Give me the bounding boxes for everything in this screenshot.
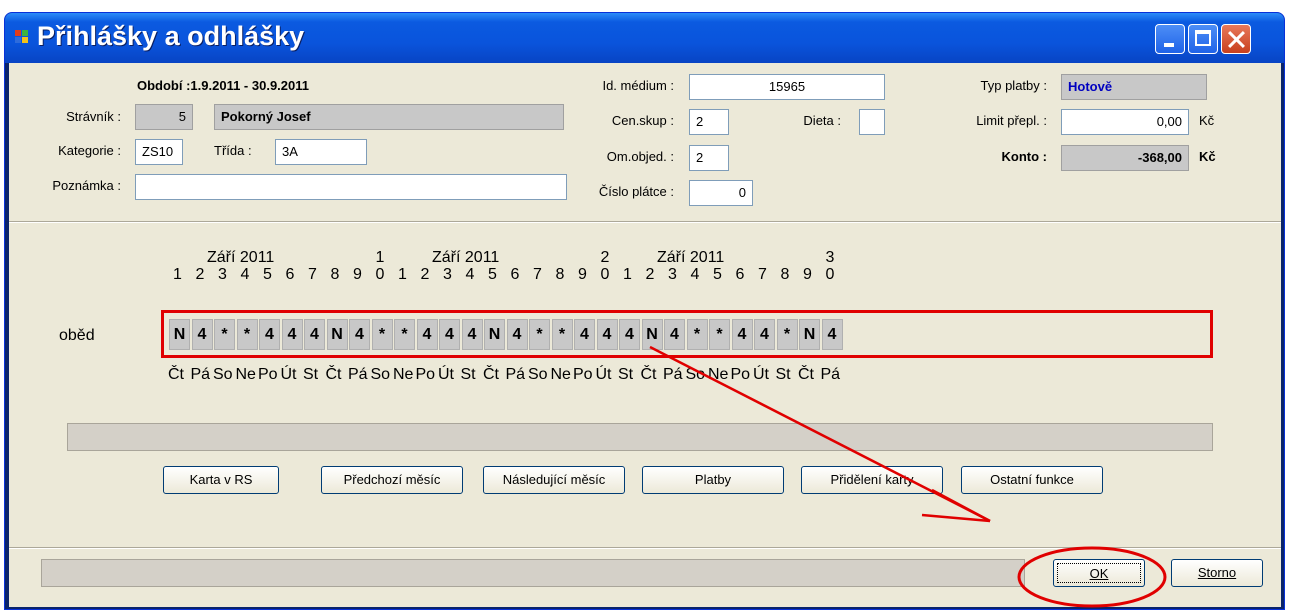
annotation-ok-circle	[1017, 546, 1167, 608]
annotation-overlay	[649, 345, 1167, 608]
